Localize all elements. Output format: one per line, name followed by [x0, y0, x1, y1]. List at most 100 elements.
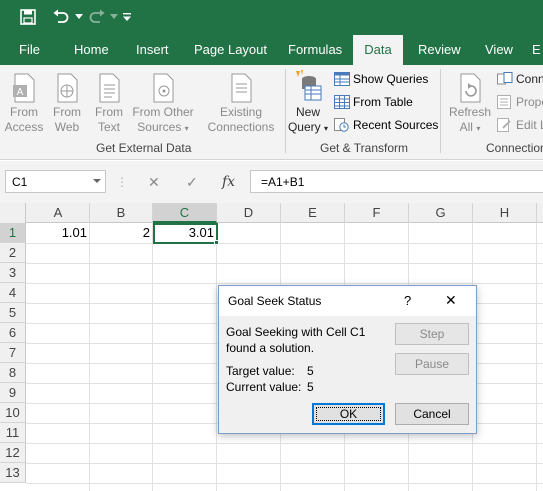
dialog-message-line-1: Goal Seeking with Cell C1: [226, 325, 366, 339]
recent-sources-label: Recent Sources: [353, 118, 439, 132]
from-table-label: From Table: [353, 95, 413, 109]
ok-button[interactable]: OK: [312, 403, 385, 425]
from-web-button[interactable]: From Web: [48, 73, 86, 135]
enter-icon[interactable]: ✓: [186, 172, 198, 192]
connections-button[interactable]: Conn: [497, 69, 543, 89]
ribbon-tabs: File Home Insert Page Layout Formulas Da…: [0, 35, 543, 65]
row-header-7[interactable]: 7: [0, 343, 26, 363]
tab-file[interactable]: File: [19, 35, 40, 65]
row-header-10[interactable]: 10: [0, 403, 26, 423]
tab-formulas[interactable]: Formulas: [288, 35, 342, 65]
group-label-connections: Connection: [486, 141, 543, 155]
help-icon[interactable]: ?: [404, 293, 411, 308]
formula-input[interactable]: =A1+B1: [250, 170, 543, 193]
tab-review[interactable]: Review: [418, 35, 461, 65]
select-all-corner[interactable]: [0, 203, 26, 223]
new-query-icon: [296, 70, 322, 101]
row-header-1[interactable]: 1: [0, 223, 26, 243]
row-header-13[interactable]: 13: [0, 463, 26, 483]
gridline: [26, 243, 543, 244]
from-web-label-2: Web: [54, 120, 80, 134]
show-queries-button[interactable]: Show Queries: [334, 69, 428, 89]
gridline: [26, 263, 543, 264]
row-header-4[interactable]: 4: [0, 283, 26, 303]
selected-cell-border: [153, 223, 218, 244]
web-icon: [57, 73, 78, 103]
row-header-2[interactable]: 2: [0, 243, 26, 263]
gridline: [26, 463, 543, 464]
column-header-h[interactable]: H: [473, 203, 537, 223]
from-table-icon: [334, 95, 350, 109]
tab-home[interactable]: Home: [74, 35, 109, 65]
tab-view[interactable]: View: [485, 35, 513, 65]
insert-function-icon[interactable]: fx: [222, 172, 235, 192]
close-icon[interactable]: ✕: [445, 292, 457, 309]
gridline: [26, 483, 543, 484]
recent-sources-button[interactable]: Recent Sources: [334, 115, 438, 135]
tab-data[interactable]: Data: [353, 35, 403, 65]
title-bar: [0, 0, 543, 35]
ribbon-data: A From Access From Web From Text From Ot…: [0, 65, 543, 160]
group-separator: [440, 69, 441, 153]
focus-indicator: [316, 407, 381, 421]
connections-icon: [497, 72, 513, 85]
row-header-5[interactable]: 5: [0, 303, 26, 323]
formula-bar-grip-icon[interactable]: ⋮: [116, 172, 128, 192]
name-box[interactable]: C1: [5, 170, 106, 193]
gridline: [536, 223, 537, 491]
row-header-11[interactable]: 11: [0, 423, 26, 443]
cancel-button[interactable]: Cancel: [395, 403, 469, 425]
row-header-3[interactable]: 3: [0, 263, 26, 283]
row-header-8[interactable]: 8: [0, 363, 26, 383]
show-queries-label: Show Queries: [353, 72, 429, 86]
target-value-label: Target value:: [226, 364, 295, 378]
gridline: [89, 223, 90, 491]
redo-dropdown-icon: [109, 7, 119, 27]
properties-icon: [497, 95, 511, 109]
new-query-label-2: Query: [287, 120, 321, 134]
from-access-button[interactable]: A From Access: [3, 73, 45, 135]
cancel-icon[interactable]: ✕: [148, 172, 160, 192]
chevron-down-icon: ▾: [324, 124, 329, 133]
edit-links-label: Edit L: [516, 118, 543, 132]
row-header-9[interactable]: 9: [0, 383, 26, 403]
access-db-icon: A: [13, 73, 35, 103]
refresh-all-button[interactable]: Refresh All ▾: [447, 73, 493, 136]
undo-dropdown-icon[interactable]: [74, 7, 84, 27]
dialog-title-bar[interactable]: Goal Seek Status ? ✕: [219, 286, 476, 316]
column-header-f[interactable]: F: [345, 203, 409, 223]
dialog-message-line-2: found a solution.: [226, 341, 315, 355]
column-header-e[interactable]: E: [281, 203, 345, 223]
customize-arrow-icon[interactable]: [121, 7, 133, 27]
properties-label: Prope: [516, 95, 543, 109]
gridline: [152, 223, 153, 491]
save-icon[interactable]: [18, 7, 38, 27]
tab-developer-partial[interactable]: E: [532, 35, 541, 65]
from-table-button[interactable]: From Table: [334, 92, 413, 112]
from-text-label-2: Text: [97, 120, 120, 134]
row-header-6[interactable]: 6: [0, 323, 26, 343]
redo-icon: [86, 7, 108, 27]
column-headers: A B C D E F G H: [0, 203, 543, 223]
column-header-d[interactable]: D: [217, 203, 281, 223]
column-header-c[interactable]: C: [153, 203, 217, 223]
cell-a1[interactable]: 1.01: [27, 223, 90, 243]
row-header-12[interactable]: 12: [0, 443, 26, 463]
undo-icon[interactable]: [50, 7, 72, 27]
new-query-button[interactable]: New Query ▾: [287, 69, 329, 136]
existing-connections-button[interactable]: Existing Connections: [203, 73, 279, 135]
refresh-all-label-1: Refresh: [448, 105, 492, 119]
tab-insert[interactable]: Insert: [136, 35, 169, 65]
column-header-a[interactable]: A: [27, 203, 90, 223]
chevron-down-icon[interactable]: [93, 179, 101, 183]
tab-page-layout[interactable]: Page Layout: [194, 35, 267, 65]
column-header-b[interactable]: B: [90, 203, 153, 223]
dialog-title: Goal Seek Status: [228, 294, 322, 308]
cell-b1[interactable]: 2: [90, 223, 153, 243]
from-web-label-1: From: [53, 105, 81, 119]
from-text-button[interactable]: From Text: [90, 73, 128, 135]
recent-sources-icon: [334, 118, 349, 132]
fill-handle[interactable]: [214, 240, 219, 245]
column-header-g[interactable]: G: [409, 203, 473, 223]
from-other-sources-button[interactable]: From Other Sources ▾: [130, 73, 196, 136]
